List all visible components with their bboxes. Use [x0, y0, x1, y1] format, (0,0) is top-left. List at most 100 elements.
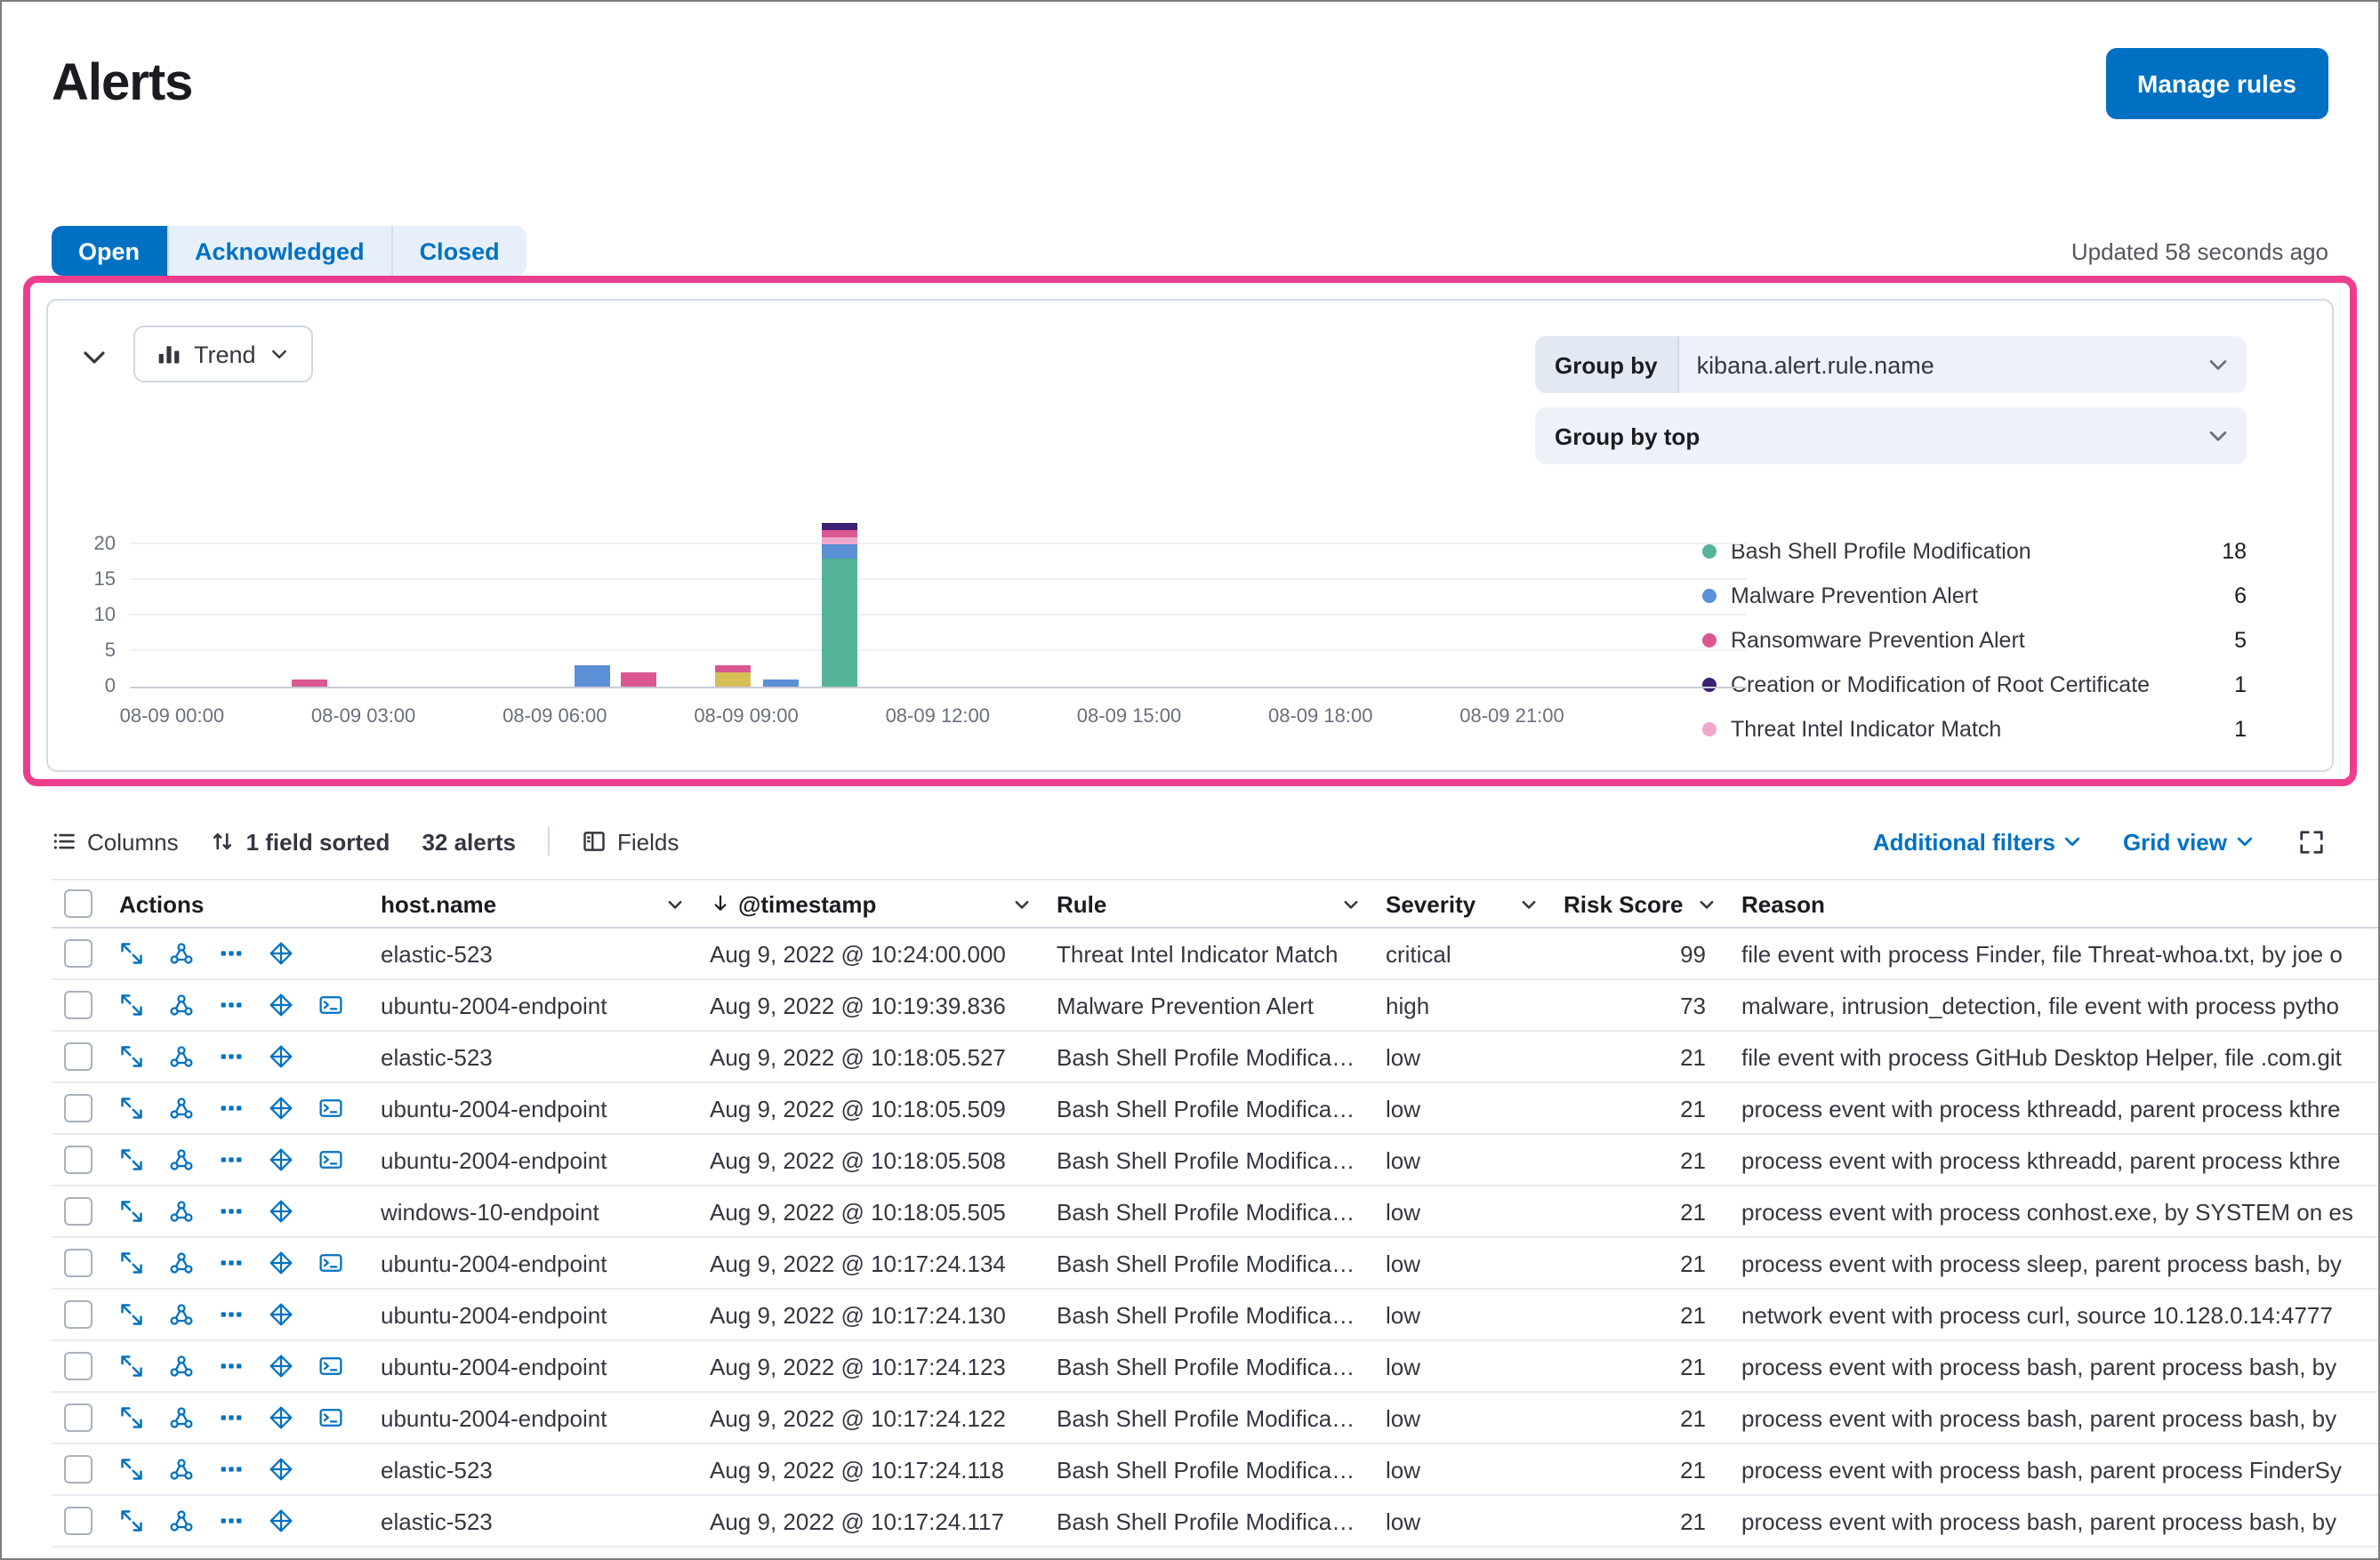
legend-item[interactable]: Malware Prevention Alert 6: [1702, 573, 2247, 617]
grid-view-button[interactable]: Grid view: [2123, 828, 2255, 855]
more-actions-icon[interactable]: [219, 941, 244, 966]
additional-filters-button[interactable]: Additional filters: [1873, 828, 2084, 855]
expand-alert-icon[interactable]: [119, 1302, 144, 1327]
osquery-icon[interactable]: [269, 1096, 293, 1121]
collapse-chart-button[interactable]: [73, 336, 116, 379]
analyze-event-icon[interactable]: [169, 1147, 194, 1172]
more-actions-icon[interactable]: [219, 1147, 244, 1172]
open-session-view-icon[interactable]: [318, 1405, 343, 1430]
row-checkbox[interactable]: [64, 1197, 92, 1226]
more-actions-icon[interactable]: [219, 1508, 244, 1533]
expand-alert-icon[interactable]: [119, 1405, 144, 1430]
more-actions-icon[interactable]: [219, 993, 244, 1017]
tab-acknowledged[interactable]: Acknowledged: [166, 226, 391, 276]
osquery-icon[interactable]: [269, 1199, 293, 1224]
chart-bar[interactable]: [575, 665, 611, 687]
osquery-icon[interactable]: [269, 1044, 293, 1069]
osquery-icon[interactable]: [269, 1405, 293, 1430]
columns-button[interactable]: Columns: [52, 828, 179, 855]
legend-item[interactable]: Creation or Modification of Root Certifi…: [1702, 662, 2247, 706]
row-checkbox[interactable]: [64, 1300, 92, 1329]
expand-alert-icon[interactable]: [119, 1199, 144, 1224]
full-screen-button[interactable]: [2295, 824, 2328, 858]
full-screen-icon: [2300, 830, 2323, 853]
row-checkbox[interactable]: [64, 1352, 92, 1380]
column-header-timestamp[interactable]: @timestamp: [696, 890, 1042, 917]
analyze-event-icon[interactable]: [169, 1096, 194, 1121]
legend-item[interactable]: Bash Shell Profile Modification 18: [1702, 528, 2247, 573]
analyze-event-icon[interactable]: [169, 993, 194, 1017]
open-session-view-icon[interactable]: [318, 1354, 343, 1379]
group-by-top-select[interactable]: Group by top: [1535, 407, 2247, 464]
more-actions-icon[interactable]: [219, 1302, 244, 1327]
chart-bar[interactable]: [715, 665, 752, 687]
more-actions-icon[interactable]: [219, 1250, 244, 1275]
row-checkbox[interactable]: [64, 1146, 92, 1174]
more-actions-icon[interactable]: [219, 1354, 244, 1379]
chart-bar[interactable]: [763, 679, 800, 687]
analyze-event-icon[interactable]: [169, 1302, 194, 1327]
analyze-event-icon[interactable]: [169, 1250, 194, 1275]
expand-alert-icon[interactable]: [119, 993, 144, 1017]
more-actions-icon[interactable]: [219, 1405, 244, 1430]
analyze-event-icon[interactable]: [169, 941, 194, 966]
row-checkbox[interactable]: [64, 1507, 92, 1535]
row-checkbox[interactable]: [64, 991, 92, 1019]
select-all-checkbox[interactable]: [64, 889, 92, 918]
more-actions-icon[interactable]: [219, 1096, 244, 1121]
chart-type-select[interactable]: Trend: [133, 326, 313, 382]
analyze-event-icon[interactable]: [169, 1457, 194, 1482]
osquery-icon[interactable]: [269, 993, 293, 1017]
open-session-view-icon[interactable]: [318, 993, 343, 1017]
row-checkbox[interactable]: [64, 1249, 92, 1277]
chart-bar[interactable]: [291, 679, 327, 687]
osquery-icon[interactable]: [269, 941, 293, 966]
column-header-severity[interactable]: Severity: [1371, 890, 1549, 917]
more-actions-icon[interactable]: [219, 1044, 244, 1069]
row-checkbox[interactable]: [64, 1042, 92, 1071]
row-checkbox[interactable]: [64, 939, 92, 968]
legend-item[interactable]: Threat Intel Indicator Match 1: [1702, 706, 2247, 751]
analyze-event-icon[interactable]: [169, 1508, 194, 1533]
expand-alert-icon[interactable]: [119, 1508, 144, 1533]
row-checkbox[interactable]: [64, 1094, 92, 1122]
manage-rules-button[interactable]: Manage rules: [2105, 48, 2328, 119]
column-header-host-name[interactable]: host.name: [366, 890, 696, 917]
expand-alert-icon[interactable]: [119, 1044, 144, 1069]
osquery-icon[interactable]: [269, 1508, 293, 1533]
osquery-icon[interactable]: [269, 1250, 293, 1275]
legend-item[interactable]: Ransomware Prevention Alert 5: [1702, 617, 2247, 662]
expand-alert-icon[interactable]: [119, 1096, 144, 1121]
more-actions-icon[interactable]: [219, 1199, 244, 1224]
chart-bar[interactable]: [620, 672, 656, 687]
expand-alert-icon[interactable]: [119, 1147, 144, 1172]
chart-bar[interactable]: [821, 523, 857, 687]
chart-bar-segment: [620, 672, 656, 687]
open-session-view-icon[interactable]: [318, 1250, 343, 1275]
row-checkbox[interactable]: [64, 1403, 92, 1432]
expand-alert-icon[interactable]: [119, 1457, 144, 1482]
open-session-view-icon[interactable]: [318, 1096, 343, 1121]
fields-button[interactable]: Fields: [582, 828, 679, 855]
reason-cell: malware, intrusion_detection, file event…: [1741, 992, 2340, 1018]
expand-alert-icon[interactable]: [119, 941, 144, 966]
analyze-event-icon[interactable]: [169, 1199, 194, 1224]
analyze-event-icon[interactable]: [169, 1354, 194, 1379]
osquery-icon[interactable]: [269, 1354, 293, 1379]
tab-closed[interactable]: Closed: [390, 226, 527, 276]
sorted-fields-button[interactable]: 1 field sorted: [211, 828, 390, 855]
analyze-event-icon[interactable]: [169, 1044, 194, 1069]
tab-open[interactable]: Open: [52, 226, 167, 276]
expand-alert-icon[interactable]: [119, 1250, 144, 1275]
osquery-icon[interactable]: [269, 1147, 293, 1172]
row-checkbox[interactable]: [64, 1455, 92, 1484]
osquery-icon[interactable]: [269, 1457, 293, 1482]
analyze-event-icon[interactable]: [169, 1405, 194, 1430]
group-by-select[interactable]: Group by kibana.alert.rule.name: [1535, 336, 2247, 393]
column-header-rule[interactable]: Rule: [1042, 890, 1371, 917]
open-session-view-icon[interactable]: [318, 1147, 343, 1172]
expand-alert-icon[interactable]: [119, 1354, 144, 1379]
more-actions-icon[interactable]: [219, 1457, 244, 1482]
column-header-risk-score[interactable]: Risk Score: [1549, 890, 1727, 917]
osquery-icon[interactable]: [269, 1302, 293, 1327]
